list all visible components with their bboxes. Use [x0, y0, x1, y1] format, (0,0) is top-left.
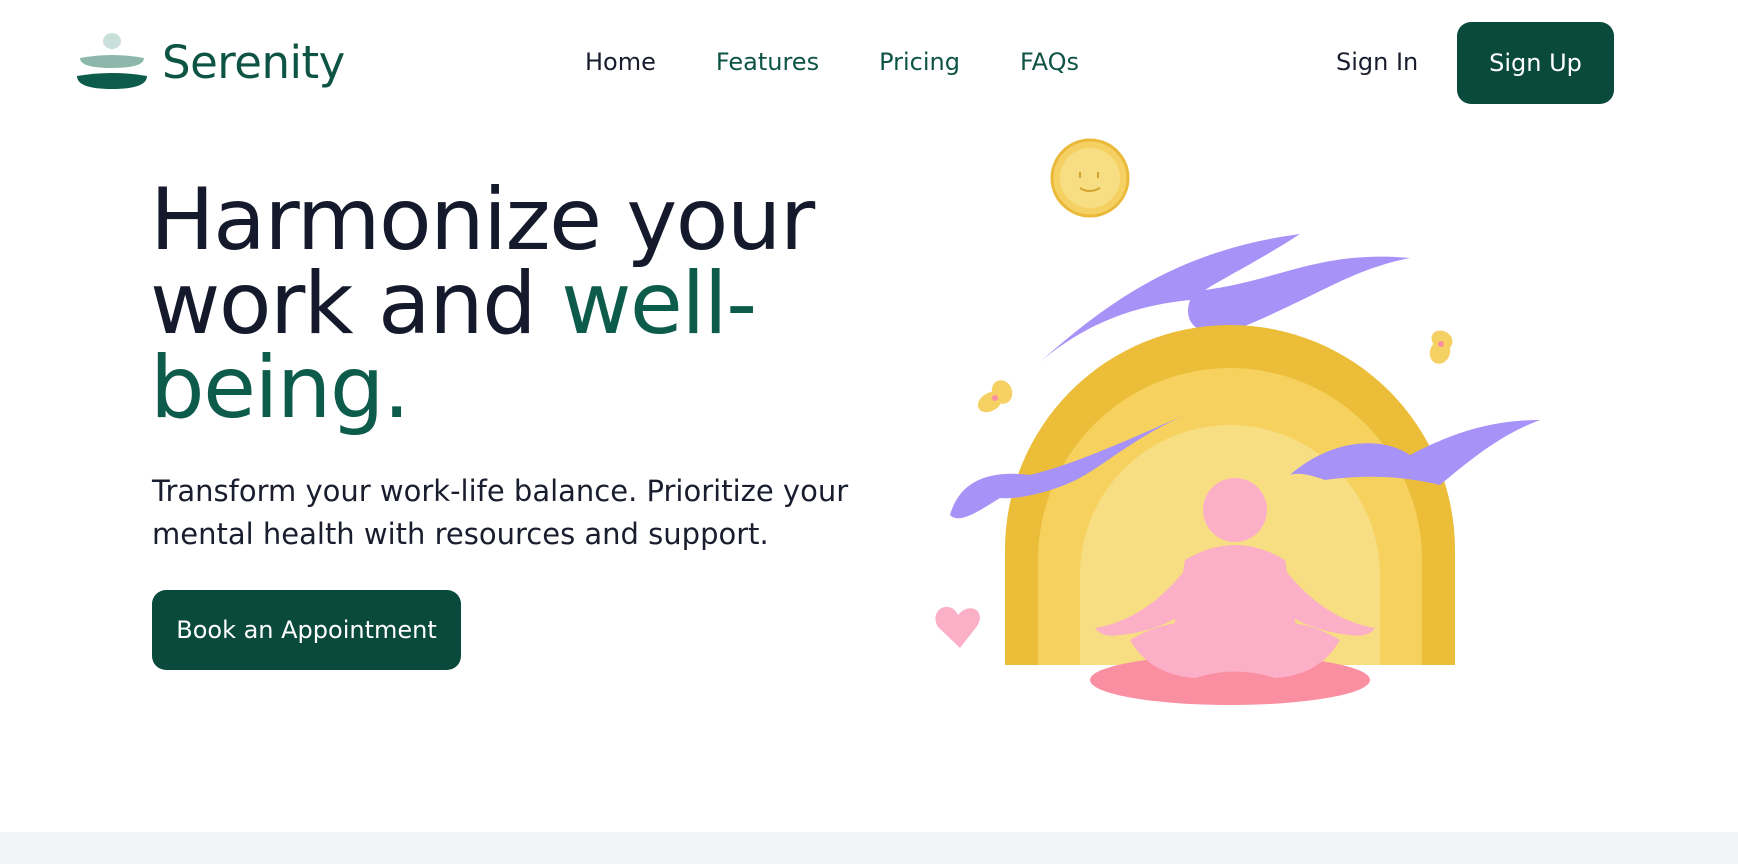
logo-icon: [77, 33, 147, 89]
butterfly-icon: [977, 380, 1013, 413]
heart-icon: [935, 606, 980, 648]
section-divider-strip: [0, 832, 1738, 864]
book-appointment-button[interactable]: Book an Appointment: [152, 590, 461, 670]
nav-item-features[interactable]: Features: [716, 48, 819, 76]
sign-up-button[interactable]: Sign Up: [1457, 22, 1614, 104]
nav-item-home[interactable]: Home: [585, 48, 656, 76]
brand-name: Serenity: [162, 35, 345, 89]
nav-item-pricing[interactable]: Pricing: [879, 48, 960, 76]
main-nav: Home Features Pricing FAQs: [585, 48, 1079, 76]
site-header: Serenity Home Features Pricing FAQs Sign…: [0, 0, 1738, 130]
butterfly-icon: [1429, 330, 1453, 364]
meditation-illustration: [935, 138, 1540, 705]
hero-subtitle: Transform your work-life balance. Priori…: [152, 474, 849, 551]
sun-icon: [1050, 138, 1130, 218]
hero-title: Harmonize your work and well-being.: [150, 177, 910, 431]
sign-in-link[interactable]: Sign In: [1336, 48, 1418, 76]
nav-item-faqs[interactable]: FAQs: [1020, 48, 1079, 76]
brand-logo[interactable]: Serenity: [76, 32, 345, 92]
